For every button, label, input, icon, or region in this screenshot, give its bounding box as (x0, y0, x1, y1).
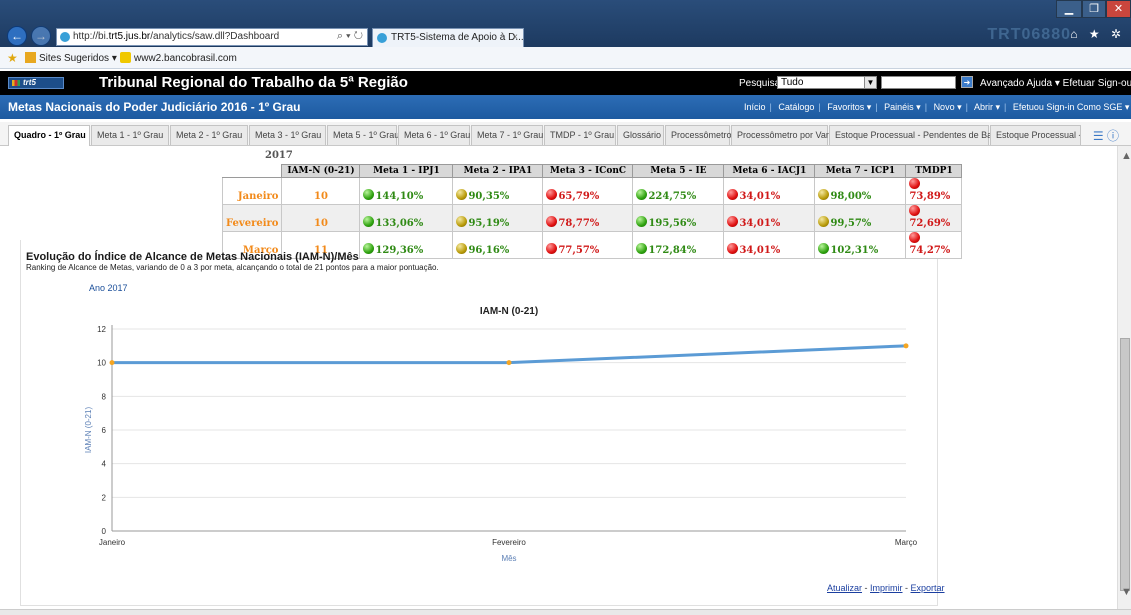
data-point (109, 360, 115, 366)
y-tick-label: 12 (97, 325, 106, 334)
x-tick-label: Janeiro (99, 538, 126, 547)
y-axis-label: IAM-N (0-21) (84, 407, 93, 454)
x-tick-label: Fevereiro (492, 538, 526, 547)
scroll-up-icon[interactable]: ▲ (1121, 150, 1131, 162)
exportar-link[interactable]: Exportar (911, 583, 945, 593)
y-tick-label: 4 (102, 460, 107, 469)
scrollbar-thumb[interactable] (1120, 338, 1130, 591)
x-axis-label: Mês (501, 554, 516, 563)
x-tick-label: Março (895, 538, 918, 547)
y-tick-label: 6 (102, 426, 107, 435)
chart-title: IAM-N (0-21) (480, 306, 538, 317)
y-tick-label: 8 (102, 392, 107, 401)
y-tick-label: 0 (102, 527, 107, 536)
scroll-down-icon[interactable]: ▼ (1121, 586, 1131, 598)
y-tick-label: 2 (102, 493, 107, 502)
status-strip (0, 609, 1131, 615)
data-point (506, 360, 512, 366)
atualizar-link[interactable]: Atualizar (827, 583, 862, 593)
series-line (112, 344, 907, 365)
y-tick-label: 10 (97, 359, 106, 368)
line-chart: IAM-N (0-21) 0 2 4 6 8 10 12 Janeiro Fevereiro Mar… (84, 306, 918, 563)
imprimir-link[interactable]: Imprimir (870, 583, 903, 593)
footer-links: Atualizar - Imprimir - Exportar (827, 583, 945, 593)
vertical-scrollbar[interactable]: ▲ ▼ (1117, 146, 1131, 609)
data-point (903, 343, 909, 349)
